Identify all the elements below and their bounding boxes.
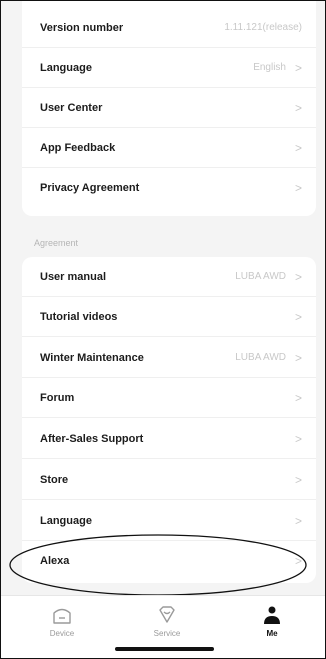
store-row[interactable]: Store > (22, 460, 316, 500)
user-manual-value: LUBA AWD (235, 271, 286, 282)
chevron-right-icon: > (294, 513, 302, 528)
home-indicator[interactable] (115, 647, 214, 651)
chevron-right-icon: > (294, 431, 302, 446)
chevron-right-icon: > (294, 100, 302, 115)
agreement-section-title: Agreement (34, 238, 79, 248)
privacy-agreement-row[interactable]: Privacy Agreement > (22, 168, 316, 208)
settings-card: Version number 1.11.121(release) Languag… (22, 1, 316, 216)
forum-row[interactable]: Forum > (22, 378, 316, 418)
language-row[interactable]: Language English > (22, 48, 316, 88)
version-row: Version number 1.11.121(release) (22, 8, 316, 48)
privacy-agreement-label: Privacy Agreement (40, 182, 140, 194)
version-label: Version number (40, 21, 124, 34)
person-icon (242, 604, 302, 626)
chevron-right-icon: > (294, 181, 302, 195)
tab-device[interactable]: Device (32, 604, 92, 638)
user-manual-label: User manual (40, 270, 107, 283)
app-feedback-row[interactable]: App Feedback > (22, 128, 316, 168)
tab-device-label: Device (49, 629, 75, 638)
winter-maintenance-value: LUBA AWD (235, 352, 286, 363)
tab-me[interactable]: Me (242, 604, 302, 638)
store-label: Store (40, 473, 69, 486)
user-manual-row[interactable]: User manual LUBA AWD > (22, 257, 316, 297)
chevron-right-icon: > (294, 269, 302, 284)
chevron-right-icon: > (294, 309, 302, 324)
chevron-right-icon: > (294, 350, 302, 365)
chevron-right-icon: > (294, 390, 302, 405)
user-center-label: User Center (40, 101, 103, 114)
user-center-row[interactable]: User Center > (22, 88, 316, 128)
chevron-right-icon: > (294, 140, 302, 155)
winter-maintenance-row[interactable]: Winter Maintenance LUBA AWD > (22, 338, 316, 378)
app-feedback-label: App Feedback (40, 141, 116, 154)
version-value: 1.11.121(release) (224, 22, 302, 33)
winter-maintenance-label: Winter Maintenance (40, 351, 144, 364)
device-icon (32, 604, 92, 626)
language-value: English (253, 62, 286, 73)
forum-label: Forum (40, 391, 75, 404)
phone-screen: Version number 1.11.121(release) Languag… (0, 0, 326, 659)
language-label: Language (40, 61, 92, 74)
chevron-right-icon: > (294, 60, 302, 75)
tutorial-videos-row[interactable]: Tutorial videos > (22, 297, 316, 337)
tab-service[interactable]: Service (137, 604, 197, 638)
after-sales-support-label: After-Sales Support (40, 432, 144, 445)
chevron-right-icon: > (294, 472, 302, 487)
service-icon (137, 604, 197, 626)
language-label-2: Language (40, 514, 92, 527)
tab-service-label: Service (153, 629, 181, 638)
after-sales-support-row[interactable]: After-Sales Support > (22, 419, 316, 459)
annotation-ellipse (9, 534, 307, 596)
tutorial-videos-label: Tutorial videos (40, 310, 118, 323)
tab-me-label: Me (266, 629, 278, 638)
